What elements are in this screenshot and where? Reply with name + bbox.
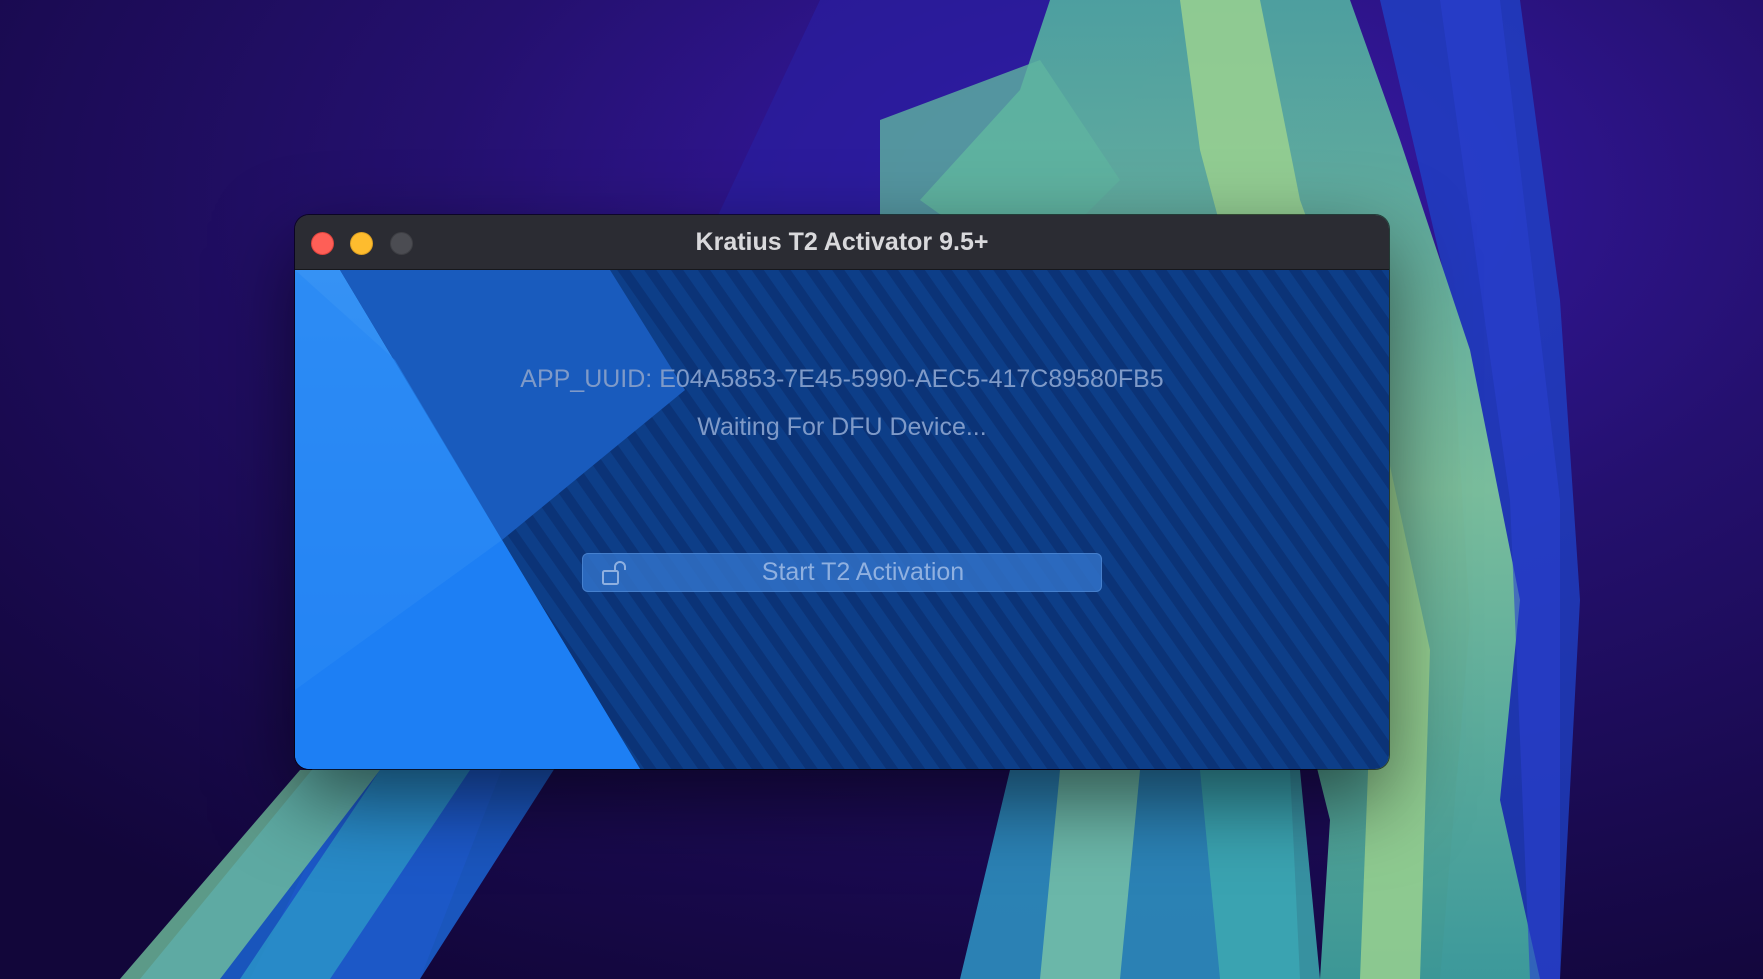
window-title: Kratius T2 Activator 9.5+ [695,228,989,256]
start-button-label: Start T2 Activation [761,558,965,586]
status-message: Waiting For DFU Device... [697,413,987,441]
desktop: Kratius T2 Activator 9.5+ APP_UUID: E04A… [0,0,1763,979]
app-uuid-label: APP_UUID: E04A5853-7E45-5990-AEC5-417C89… [520,365,1164,393]
window-content: APP_UUID: E04A5853-7E45-5990-AEC5-417C89… [295,270,1389,769]
app-window: Kratius T2 Activator 9.5+ APP_UUID: E04A… [295,215,1389,769]
content-background [295,270,1389,769]
window-titlebar[interactable]: Kratius T2 Activator 9.5+ [295,215,1389,270]
start-t2-activation-button[interactable]: Start T2 Activation [582,553,1102,592]
